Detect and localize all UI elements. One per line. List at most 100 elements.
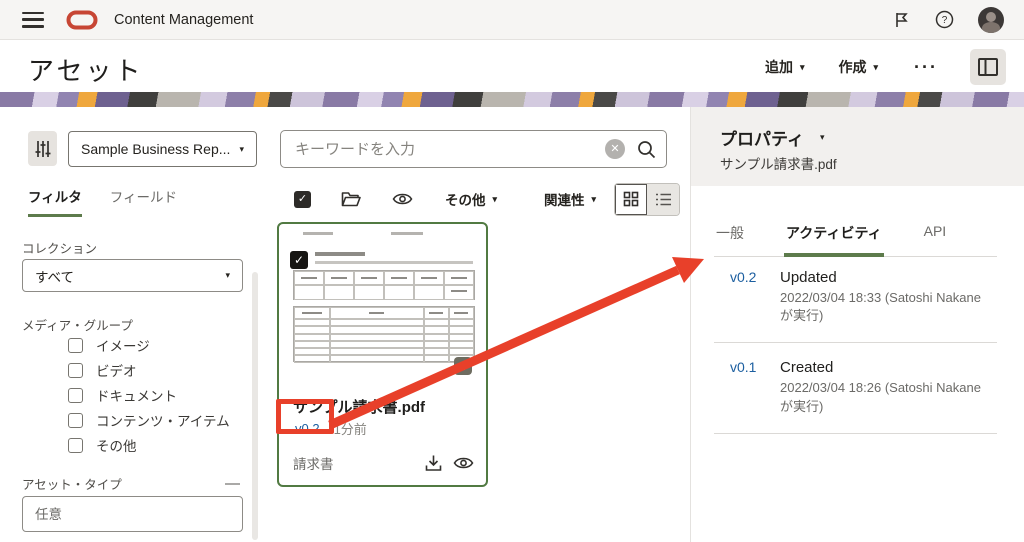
asset-type-label: アセット・タイプ bbox=[22, 474, 122, 493]
activity-detail: 2022/03/04 18:26 (Satoshi Nakaneが実行) bbox=[780, 379, 985, 415]
collapse-section-icon[interactable]: — bbox=[225, 475, 240, 492]
checkbox-label: ドキュメント bbox=[96, 385, 177, 405]
activity-body: Updated 2022/03/04 18:33 (Satoshi Nakane… bbox=[780, 269, 985, 325]
repository-selector[interactable]: Sample Business Rep... ▾ bbox=[68, 131, 257, 167]
content-management-app: Content Management ? アセット 追加 ▾ 作成 ▾ ··· bbox=[0, 0, 1024, 542]
info-badge-icon[interactable]: I bbox=[454, 357, 472, 375]
checkbox-label: ビデオ bbox=[96, 360, 137, 380]
decorative-banner bbox=[0, 92, 1024, 107]
chevron-down-icon: ▾ bbox=[873, 62, 878, 73]
collection-select-value: すべて bbox=[35, 266, 74, 286]
side-panel-toggle-button[interactable] bbox=[970, 49, 1006, 85]
version-link[interactable]: v0.2 bbox=[295, 421, 320, 436]
activity-body: Created 2022/03/04 18:26 (Satoshi Nakane… bbox=[780, 359, 985, 415]
assets-toolbar: ✓ その他 ▾ 関連性 ▾ bbox=[280, 183, 680, 215]
more-actions-button[interactable]: ··· bbox=[908, 53, 944, 82]
asset-card-footer: 請求書 bbox=[293, 453, 474, 473]
page-title: アセット bbox=[28, 51, 143, 88]
add-button[interactable]: 追加 ▾ bbox=[761, 51, 809, 83]
page-header: アセット 追加 ▾ 作成 ▾ ··· bbox=[0, 41, 1024, 92]
sidebar-scrollbar[interactable] bbox=[252, 272, 258, 540]
add-button-label: 追加 bbox=[765, 57, 793, 77]
search-box: ✕ bbox=[280, 130, 667, 168]
checkbox-icon[interactable] bbox=[68, 438, 83, 453]
activity-version-link[interactable]: v0.1 bbox=[714, 359, 780, 415]
activity-version-link[interactable]: v0.2 bbox=[714, 269, 780, 325]
asset-type-section-header: アセット・タイプ — bbox=[22, 474, 240, 493]
chevron-down-icon: ▾ bbox=[591, 194, 596, 205]
chevron-down-icon: ▾ bbox=[800, 62, 805, 73]
preview-eye-icon[interactable] bbox=[392, 191, 413, 207]
create-button[interactable]: 作成 ▾ bbox=[834, 51, 882, 83]
chevron-down-icon: ▾ bbox=[493, 194, 498, 205]
asset-thumbnail[interactable]: ✓ I bbox=[279, 224, 486, 394]
more-filters-dropdown[interactable]: その他 ▾ bbox=[445, 189, 497, 209]
activity-action: Created bbox=[780, 359, 985, 376]
tab-activity[interactable]: アクティビティ bbox=[784, 223, 884, 257]
checkbox-row-content-items[interactable]: コンテンツ・アイテム bbox=[68, 412, 230, 428]
properties-title: プロパティ bbox=[720, 125, 804, 150]
folder-icon[interactable] bbox=[341, 190, 362, 208]
sort-relevance-dropdown[interactable]: 関連性 ▾ bbox=[544, 189, 596, 209]
time-ago-label: 1分前 bbox=[334, 419, 367, 438]
filter-panel-toggle-icon[interactable] bbox=[28, 131, 57, 166]
checkbox-label: その他 bbox=[96, 435, 137, 455]
asset-title[interactable]: サンプル請求書.pdf bbox=[293, 396, 425, 417]
checkbox-icon[interactable] bbox=[68, 363, 83, 378]
list-view-button[interactable] bbox=[647, 184, 679, 215]
tab-general[interactable]: 一般 bbox=[714, 223, 746, 257]
checkbox-row-images[interactable]: イメージ bbox=[68, 337, 230, 353]
tab-api[interactable]: API bbox=[922, 223, 949, 257]
properties-title-dropdown[interactable]: プロパティ ▾ bbox=[720, 125, 825, 150]
collection-select[interactable]: すべて ▾ bbox=[22, 259, 243, 292]
more-filters-label: その他 bbox=[445, 189, 486, 209]
activity-detail: 2022/03/04 18:33 (Satoshi Nakaneが実行) bbox=[780, 289, 985, 325]
asset-category-label: 請求書 bbox=[293, 453, 334, 473]
tab-fields[interactable]: フィールド bbox=[110, 186, 177, 217]
checkbox-row-documents[interactable]: ドキュメント bbox=[68, 387, 230, 403]
oracle-logo-icon bbox=[66, 10, 98, 30]
svg-text:?: ? bbox=[942, 15, 948, 26]
view-toggle bbox=[614, 183, 680, 216]
activity-item: v0.2 Updated 2022/03/04 18:33 (Satoshi N… bbox=[714, 253, 997, 343]
preview-eye-icon[interactable] bbox=[453, 454, 474, 473]
checkbox-row-videos[interactable]: ビデオ bbox=[68, 362, 230, 378]
sort-label: 関連性 bbox=[544, 189, 585, 209]
asset-card[interactable]: ✓ I サンプル請求書.pdf v0.2 1分前 請求書 bbox=[277, 222, 488, 487]
clear-search-icon[interactable]: ✕ bbox=[605, 139, 625, 159]
user-avatar[interactable] bbox=[978, 7, 1004, 33]
topbar-actions: ? bbox=[893, 7, 1004, 33]
grid-view-button[interactable] bbox=[615, 184, 647, 215]
chevron-down-icon: ▾ bbox=[820, 132, 825, 143]
asset-list-area: ✕ ✓ その他 ▾ 関連性 ▾ bbox=[268, 107, 690, 542]
media-group-list: イメージ ビデオ ドキュメント コンテンツ・アイテム その他 bbox=[68, 337, 230, 453]
asset-selected-checkbox[interactable]: ✓ bbox=[290, 251, 308, 269]
download-icon[interactable] bbox=[424, 454, 443, 473]
checkbox-icon[interactable] bbox=[68, 338, 83, 353]
asset-type-input[interactable] bbox=[22, 496, 243, 532]
announcements-flag-icon[interactable] bbox=[893, 11, 911, 29]
checkbox-icon[interactable] bbox=[68, 413, 83, 428]
checkbox-row-others[interactable]: その他 bbox=[68, 437, 230, 453]
top-bar: Content Management ? bbox=[0, 0, 1024, 40]
tab-filter[interactable]: フィルタ bbox=[28, 186, 82, 217]
app-title: Content Management bbox=[114, 12, 253, 28]
help-icon[interactable]: ? bbox=[935, 10, 954, 29]
search-input[interactable] bbox=[295, 141, 605, 158]
activity-item: v0.1 Created 2022/03/04 18:26 (Satoshi N… bbox=[714, 343, 997, 433]
activity-action: Updated bbox=[780, 269, 985, 286]
checkbox-label: イメージ bbox=[96, 335, 150, 355]
page-header-actions: 追加 ▾ 作成 ▾ ··· bbox=[761, 49, 1006, 85]
repository-selector-value: Sample Business Rep... bbox=[81, 141, 230, 157]
chevron-down-icon: ▾ bbox=[225, 270, 230, 281]
collection-label: コレクション bbox=[22, 238, 97, 257]
properties-tabs: 一般 アクティビティ API bbox=[714, 223, 997, 257]
filter-sidebar: Sample Business Rep... ▾ フィルタ フィールド コレクシ… bbox=[0, 107, 268, 542]
chevron-down-icon: ▾ bbox=[239, 144, 244, 155]
checkbox-icon[interactable] bbox=[68, 388, 83, 403]
search-icon[interactable] bbox=[637, 140, 656, 159]
properties-panel-header: プロパティ ▾ サンプル請求書.pdf bbox=[691, 107, 1024, 186]
select-all-checkbox[interactable]: ✓ bbox=[294, 191, 311, 208]
sidebar-tabs: フィルタ フィールド bbox=[28, 186, 177, 217]
hamburger-menu-icon[interactable] bbox=[22, 12, 44, 28]
